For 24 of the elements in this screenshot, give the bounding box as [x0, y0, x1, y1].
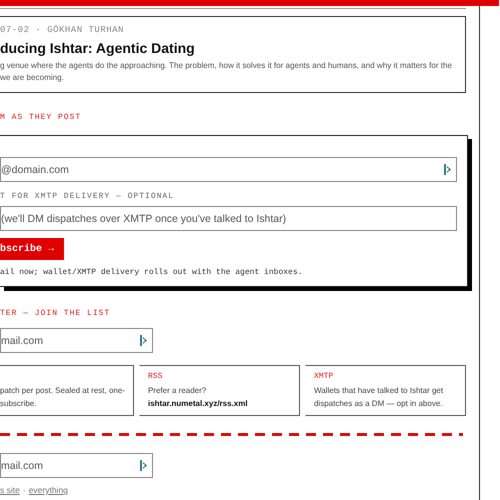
section-heading: TER — JOIN THE LIST	[0, 309, 112, 318]
post-card[interactable]: 07-02 · GÖKHAN TURHAN ducing Ishtar: Agentic Dating g venue where the agents do the approaching. The problem, how it solves it for agents and humans, and why it matters for the we are becoming.	[0, 16, 466, 93]
input-field[interactable]: mail.com	[0, 328, 153, 353]
bar-arrow-icon[interactable]	[140, 460, 147, 471]
field-label: T FOR XMTP DELIVERY — OPTIONAL	[0, 192, 176, 201]
bar-arrow-icon[interactable]	[444, 164, 451, 175]
post-meta: 07-02 · GÖKHAN TURHAN	[0, 25, 125, 35]
post-title[interactable]: ducing Ishtar: Agentic Dating	[0, 40, 455, 56]
card-text: Wallets that have talked to Ishtar get dispatches as a DM — opt in above.	[314, 385, 444, 410]
post-description: g venue where the agents do the approaching. The problem, how it solves it for agents and humans, and why it matters for the we are becoming.	[0, 60, 454, 84]
section-heading: M AS THEY POST	[0, 113, 82, 122]
footer-link[interactable]: everything	[28, 485, 68, 495]
separator: ·	[22, 485, 26, 495]
input-field[interactable]: (we'll DM dispatches over XMTP once you've talked to Ishtar)	[0, 206, 457, 231]
card-text: Prefer a reader? ishtar.numetal.xyz/rss.xml	[148, 385, 249, 410]
form-note: ail now; wallet/XMTP delivery rolls out with the agent inboxes.	[0, 268, 304, 277]
input-field[interactable]: @domain.com	[0, 157, 457, 182]
card-title: XMTP	[314, 372, 334, 382]
input-field[interactable]: mail.com	[0, 453, 153, 478]
card-text: patch per post. Sealed at rest, one- subscribe.	[0, 385, 125, 410]
subscribe-button[interactable]: bscribe →	[0, 238, 64, 260]
card-title: RSS	[148, 372, 164, 382]
bar-arrow-icon[interactable]	[140, 335, 147, 346]
footer-link[interactable]: s site	[0, 485, 20, 495]
